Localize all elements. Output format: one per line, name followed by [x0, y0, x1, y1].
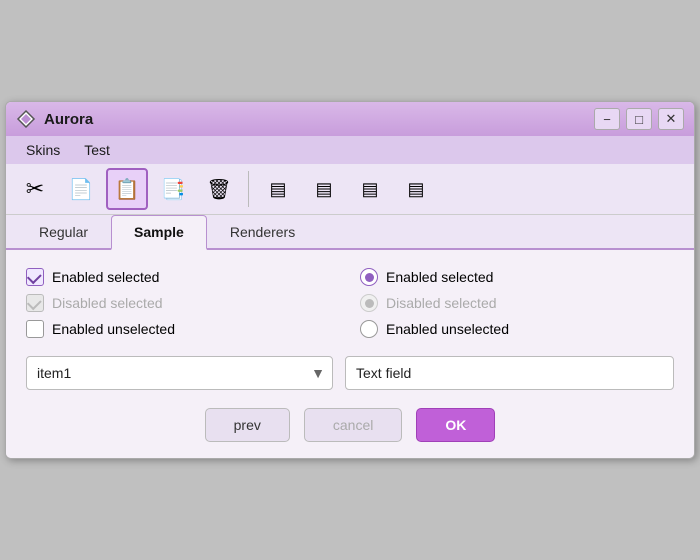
maximize-button[interactable]: □ — [626, 108, 652, 130]
checkbox-enabled-unselected-box[interactable] — [26, 320, 44, 338]
controls-grid: Enabled selected Enabled selected Disabl… — [26, 268, 674, 338]
item-select[interactable]: item1 item2 item3 — [26, 356, 333, 390]
main-window: Aurora − □ ✕ Skins Test ✂ 📄 📋 📑 🗑 ▤ — [5, 101, 695, 459]
titlebar: Aurora − □ ✕ — [6, 102, 694, 136]
text-field-input[interactable] — [345, 356, 674, 390]
copy-icon: 📄 — [69, 177, 94, 202]
radio-enabled-selected-btn[interactable] — [360, 268, 378, 286]
menu-skins[interactable]: Skins — [14, 138, 72, 162]
input-row: item1 item2 item3 ▼ — [26, 356, 674, 390]
shredder-button[interactable]: 🗑 — [198, 168, 240, 210]
paste-button[interactable]: 📋 — [106, 168, 148, 210]
align-right-button[interactable]: ▤ — [349, 168, 391, 210]
scissors-button[interactable]: ✂ — [14, 168, 56, 210]
tab-content: Enabled selected Enabled selected Disabl… — [6, 250, 694, 458]
paste-icon: 📋 — [115, 177, 140, 202]
align-left-button[interactable]: ▤ — [257, 168, 299, 210]
checkbox-enabled-unselected-label: Enabled unselected — [52, 321, 175, 337]
checkbox-enabled-selected-label: Enabled selected — [52, 269, 159, 285]
checkbox-disabled-selected-label: Disabled selected — [52, 295, 163, 311]
window-title: Aurora — [44, 111, 586, 128]
radio-enabled-unselected-label: Enabled unselected — [386, 321, 509, 337]
checkbox-disabled-selected-box — [26, 294, 44, 312]
toolbar-separator — [248, 171, 249, 207]
checkbox-disabled-selected: Disabled selected — [26, 294, 340, 312]
close-button[interactable]: ✕ — [658, 108, 684, 130]
tab-bar: Regular Sample Renderers — [6, 215, 694, 250]
radio-disabled-selected: Disabled selected — [360, 294, 674, 312]
tab-sample[interactable]: Sample — [111, 215, 207, 250]
radio-disabled-selected-label: Disabled selected — [386, 295, 497, 311]
radio-enabled-selected[interactable]: Enabled selected — [360, 268, 674, 286]
ok-button[interactable]: OK — [416, 408, 495, 442]
document-icon: 📑 — [161, 177, 186, 202]
toolbar: ✂ 📄 📋 📑 🗑 ▤ ▤ ▤ ▤ — [6, 164, 694, 215]
app-icon — [16, 109, 36, 129]
prev-button[interactable]: prev — [205, 408, 290, 442]
document-button[interactable]: 📑 — [152, 168, 194, 210]
radio-enabled-unselected[interactable]: Enabled unselected — [360, 320, 674, 338]
copy-button[interactable]: 📄 — [60, 168, 102, 210]
align-right-icon: ▤ — [361, 179, 378, 200]
checkbox-enabled-unselected[interactable]: Enabled unselected — [26, 320, 340, 338]
cancel-button[interactable]: cancel — [304, 408, 402, 442]
checkbox-enabled-selected-box[interactable] — [26, 268, 44, 286]
menu-test[interactable]: Test — [72, 138, 122, 162]
radio-enabled-unselected-btn[interactable] — [360, 320, 378, 338]
align-justify-icon: ▤ — [407, 179, 424, 200]
menubar: Skins Test — [6, 136, 694, 164]
align-center-button[interactable]: ▤ — [303, 168, 345, 210]
minimize-button[interactable]: − — [594, 108, 620, 130]
button-row: prev cancel OK — [26, 408, 674, 442]
window-controls: − □ ✕ — [594, 108, 684, 130]
radio-enabled-selected-label: Enabled selected — [386, 269, 493, 285]
align-justify-button[interactable]: ▤ — [395, 168, 437, 210]
tab-renderers[interactable]: Renderers — [207, 215, 318, 250]
scissors-icon: ✂ — [26, 176, 44, 202]
shredder-icon: 🗑 — [206, 177, 231, 202]
align-center-icon: ▤ — [315, 179, 332, 200]
dropdown-wrap: item1 item2 item3 ▼ — [26, 356, 333, 390]
checkbox-enabled-selected[interactable]: Enabled selected — [26, 268, 340, 286]
tab-regular[interactable]: Regular — [16, 215, 111, 250]
align-left-icon: ▤ — [269, 179, 286, 200]
radio-disabled-selected-btn — [360, 294, 378, 312]
